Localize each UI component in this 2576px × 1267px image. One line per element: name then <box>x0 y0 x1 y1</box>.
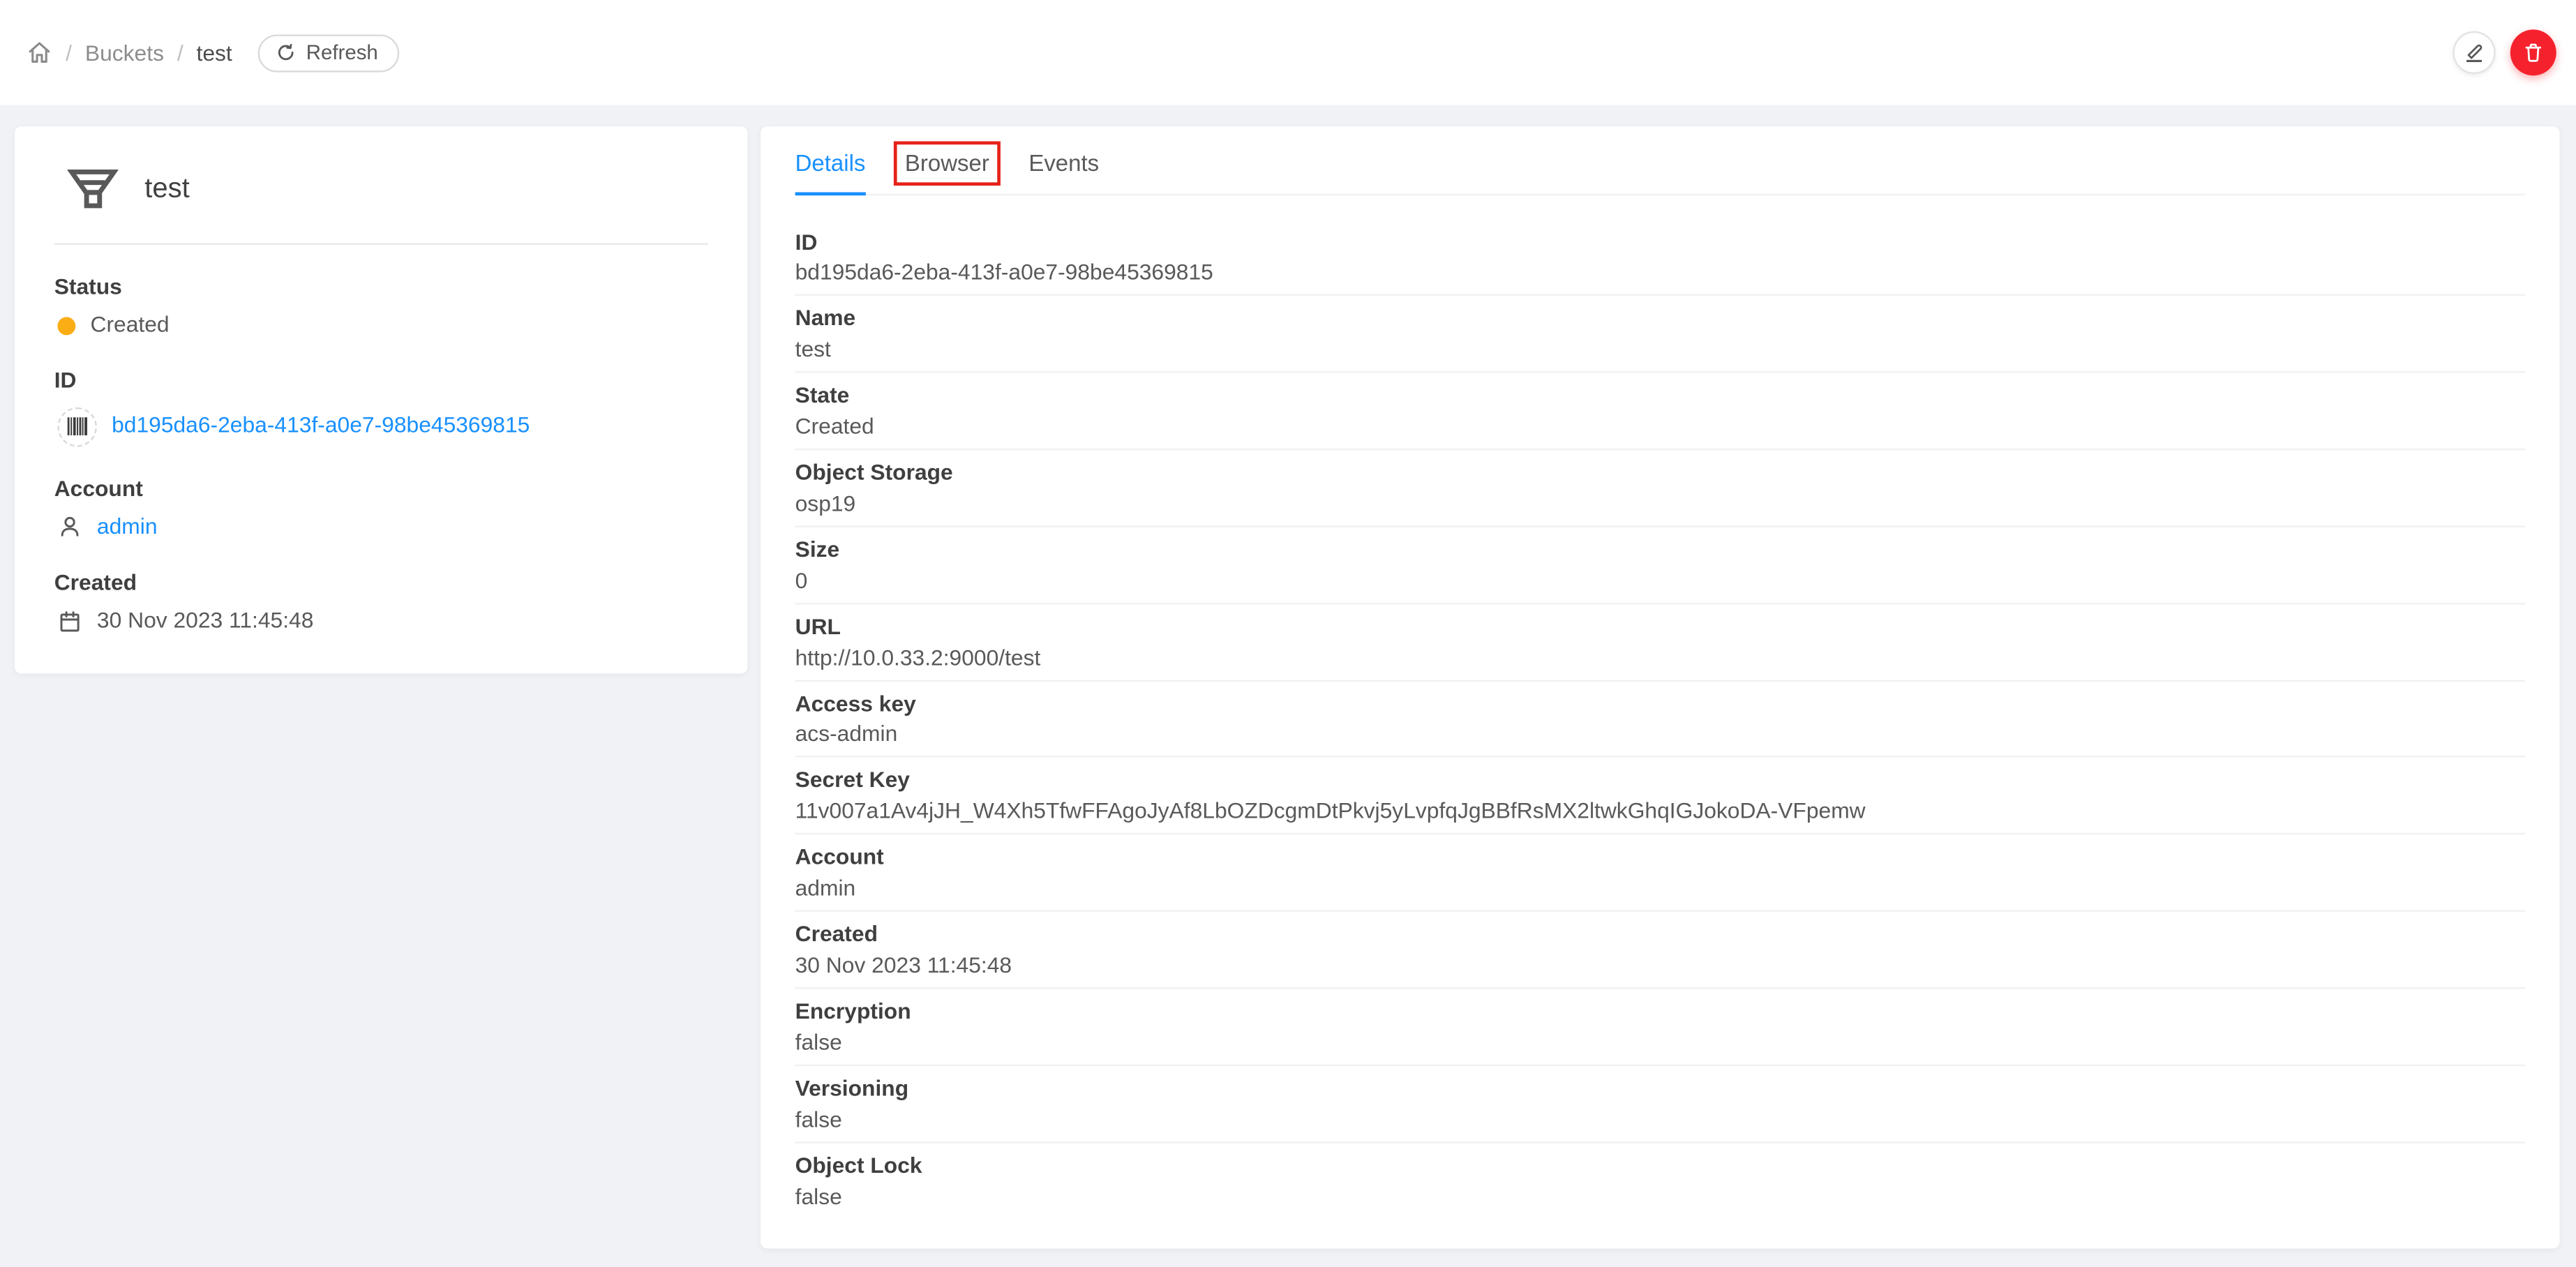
created-section: Created 30 Nov 2023 11:45:48 <box>54 570 708 635</box>
details-list: ID bd195da6-2eba-413f-a0e7-98be45369815 … <box>795 195 2526 1218</box>
status-dot <box>57 316 76 335</box>
detail-value: http://10.0.33.2:9000/test <box>795 645 1041 670</box>
detail-value: false <box>795 1107 842 1132</box>
app-viewport: / Buckets / test Refresh test Status Cre… <box>0 0 2576 1267</box>
account-label: Account <box>54 475 143 501</box>
detail-row-secret-key: Secret Key 11v007a1Av4jJH_W4Xh5TfwFFAgoJ… <box>795 758 2526 835</box>
detail-label: Created <box>795 922 878 947</box>
detail-value: 11v007a1Av4jJH_W4Xh5TfwFFAgoJyAf8LbOZDcg… <box>795 799 1866 824</box>
page-content: test Status Created ID bd195da6-2eba-413… <box>0 105 2576 1267</box>
detail-value: admin <box>795 876 856 901</box>
account-section: Account admin <box>54 476 708 541</box>
detail-row-access-key: Access key acs-admin <box>795 681 2526 758</box>
detail-value: acs-admin <box>795 721 898 747</box>
detail-row-size: Size 0 <box>795 527 2526 604</box>
detail-label: URL <box>795 613 841 639</box>
detail-label: ID <box>795 229 818 254</box>
detail-label: Account <box>795 844 884 870</box>
detail-label: Name <box>795 306 856 331</box>
detail-row-id: ID bd195da6-2eba-413f-a0e7-98be45369815 <box>795 219 2526 297</box>
tab-browser[interactable]: Browser <box>893 140 1001 193</box>
header-actions <box>2453 29 2556 76</box>
details-card: Details Browser Events ID bd195da6-2eba-… <box>761 126 2560 1250</box>
detail-label: Object Storage <box>795 460 953 485</box>
detail-value: bd195da6-2eba-413f-a0e7-98be45369815 <box>795 260 1213 285</box>
tab-events[interactable]: Events <box>1028 140 1099 193</box>
account-link[interactable]: admin <box>97 513 158 540</box>
refresh-label: Refresh <box>306 40 378 64</box>
detail-row-object-storage: Object Storage osp19 <box>795 450 2526 527</box>
detail-value: 0 <box>795 568 808 593</box>
tab-browser-label: Browser <box>893 141 1001 185</box>
id-section: ID bd195da6-2eba-413f-a0e7-98be45369815 <box>54 368 708 447</box>
reload-icon <box>278 43 294 61</box>
resource-id-link[interactable]: bd195da6-2eba-413f-a0e7-98be45369815 <box>112 413 530 440</box>
edit-icon <box>2466 44 2483 62</box>
breadcrumb: / Buckets / test Refresh <box>27 33 400 72</box>
detail-row-account: Account admin <box>795 835 2526 913</box>
status-value: Created <box>90 312 170 338</box>
detail-row-object-lock: Object Lock false <box>795 1143 2525 1218</box>
detail-row-name: Name test <box>795 297 2526 373</box>
tab-bar: Details Browser Events <box>795 140 2526 195</box>
detail-label: Object Lock <box>795 1153 922 1178</box>
user-icon <box>57 515 82 539</box>
status-section: Status Created <box>54 274 708 339</box>
resource-summary-card: test Status Created ID bd195da6-2eba-413… <box>15 126 748 674</box>
detail-value: false <box>795 1029 842 1055</box>
edit-button[interactable] <box>2453 31 2496 74</box>
bucket-funnel-icon <box>67 164 119 213</box>
calendar-icon <box>57 609 82 634</box>
created-label: Created <box>54 569 137 595</box>
refresh-button[interactable]: Refresh <box>258 33 400 72</box>
barcode-icon <box>57 406 97 447</box>
summary-divider <box>54 243 708 245</box>
detail-label: Size <box>795 537 840 562</box>
breadcrumb-separator: / <box>177 40 184 66</box>
delete-button[interactable] <box>2510 29 2556 76</box>
created-value: 30 Nov 2023 11:45:48 <box>96 608 314 633</box>
detail-label: Secret Key <box>795 767 910 793</box>
detail-label: Access key <box>795 691 916 716</box>
tab-details[interactable]: Details <box>795 140 865 194</box>
breadcrumb-separator: / <box>66 40 73 66</box>
home-icon <box>29 42 50 63</box>
breadcrumb-item-buckets[interactable]: Buckets <box>85 40 164 65</box>
detail-row-state: State Created <box>795 373 2526 451</box>
detail-row-url: URL http://10.0.33.2:9000/test <box>795 604 2526 682</box>
detail-row-created: Created 30 Nov 2023 11:45:48 <box>795 912 2526 989</box>
status-label: Status <box>54 274 122 299</box>
detail-value: test <box>795 337 831 362</box>
detail-value: 30 Nov 2023 11:45:48 <box>795 952 1012 978</box>
detail-label: Versioning <box>795 1075 909 1101</box>
detail-value: false <box>795 1183 842 1208</box>
detail-label: State <box>795 383 850 408</box>
detail-label: Encryption <box>795 998 911 1024</box>
detail-row-versioning: Versioning false <box>795 1066 2526 1143</box>
detail-row-encryption: Encryption false <box>795 989 2526 1066</box>
resource-title: test <box>144 172 190 204</box>
home-breadcrumb-link[interactable] <box>27 40 53 66</box>
detail-value: Created <box>795 414 874 439</box>
breadcrumb-item-current: test <box>196 40 232 66</box>
resource-header: test <box>54 163 708 215</box>
delete-icon <box>2525 43 2542 62</box>
top-header: / Buckets / test Refresh <box>0 0 2576 105</box>
id-label: ID <box>54 368 77 393</box>
detail-value: osp19 <box>795 490 856 516</box>
